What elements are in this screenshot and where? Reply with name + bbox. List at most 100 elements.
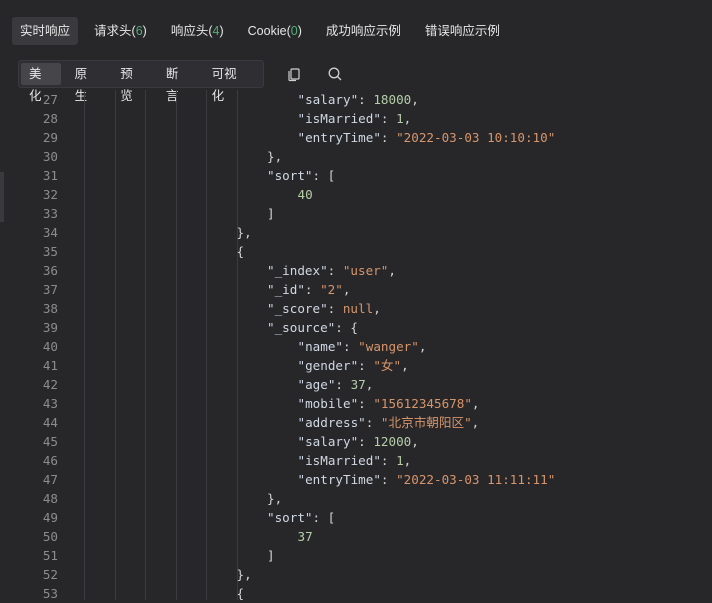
tab-response-headers[interactable]: 响应头(4) bbox=[163, 17, 232, 45]
code-token: : bbox=[304, 282, 321, 297]
tab-label: 成功响应示例 bbox=[325, 24, 401, 38]
line-number: 50 bbox=[42, 529, 58, 544]
json-response-viewer[interactable]: 27 "salary": 18000, 28 "isMarried": 1, 29 "en… bbox=[0, 90, 712, 603]
tab-label: Cookie bbox=[247, 24, 287, 38]
code-token: "gender" bbox=[297, 358, 359, 373]
code-text: { bbox=[237, 584, 245, 603]
code-text: }, bbox=[237, 223, 252, 242]
line-number: 37 bbox=[42, 282, 58, 297]
code-token: 40 bbox=[297, 187, 313, 202]
tab-success-example[interactable]: 成功响应示例 bbox=[318, 17, 409, 45]
code-token: , bbox=[365, 377, 374, 392]
line-number: 29 bbox=[42, 130, 58, 145]
code-token: : bbox=[365, 415, 381, 430]
code-line: 29 "entryTime": "2022-03-03 10:10:10" bbox=[0, 128, 712, 147]
line-number: 49 bbox=[42, 510, 58, 525]
code-line: 47 "entryTime": "2022-03-03 11:11:11" bbox=[0, 470, 712, 489]
code-text: "mobile": "15612345678", bbox=[298, 394, 480, 413]
view-preview-button[interactable]: 预览 bbox=[112, 63, 152, 103]
line-number: 48 bbox=[42, 491, 58, 506]
line-number: 28 bbox=[42, 111, 58, 126]
line-number: 52 bbox=[42, 567, 58, 582]
code-token: 1 bbox=[396, 111, 404, 126]
code-token: : bbox=[358, 358, 374, 373]
line-number: 42 bbox=[42, 377, 58, 392]
code-token: "sort" bbox=[267, 168, 313, 183]
tab-count: 6 bbox=[135, 24, 143, 38]
code-token: "女" bbox=[373, 358, 402, 373]
line-number: 40 bbox=[42, 339, 58, 354]
code-token: : bbox=[327, 263, 343, 278]
code-text: }, bbox=[267, 489, 282, 508]
code-token: "salary" bbox=[297, 92, 359, 107]
code-token: : bbox=[358, 396, 374, 411]
view-visualize-button[interactable]: 可视化 bbox=[204, 63, 255, 103]
copy-icon[interactable] bbox=[284, 64, 304, 84]
code-text: }, bbox=[267, 147, 282, 166]
code-token: ] bbox=[267, 548, 275, 563]
line-number: 53 bbox=[42, 586, 58, 601]
code-text: { bbox=[237, 242, 245, 261]
view-mode-toolbar: 美化 原生 预览 断言 可视化 bbox=[18, 60, 264, 103]
code-text: "isMarried": 1, bbox=[298, 451, 412, 470]
code-token: , bbox=[471, 396, 480, 411]
code-token: "_id" bbox=[267, 282, 305, 297]
tab-realtime-response[interactable]: 实时响应 bbox=[12, 17, 79, 45]
code-token: { bbox=[236, 586, 245, 601]
tab-label: 实时响应 bbox=[20, 24, 71, 38]
code-token: "15612345678" bbox=[373, 396, 472, 411]
code-line: 36 "_index": "user", bbox=[0, 261, 712, 280]
code-text: "gender": "女", bbox=[298, 356, 409, 375]
code-text: "age": 37, bbox=[298, 375, 374, 394]
view-pretty-button[interactable]: 美化 bbox=[21, 63, 61, 103]
code-token: "user" bbox=[342, 263, 389, 278]
code-line: 45 "salary": 12000, bbox=[0, 432, 712, 451]
search-icon[interactable] bbox=[325, 64, 345, 84]
code-token: ] bbox=[267, 206, 275, 221]
view-assert-button[interactable]: 断言 bbox=[158, 63, 198, 103]
code-token: : [ bbox=[312, 168, 336, 183]
line-number: 38 bbox=[42, 301, 58, 316]
code-token: }, bbox=[236, 225, 252, 240]
code-line: 32 40 bbox=[0, 185, 712, 204]
code-line: 43 "mobile": "15612345678", bbox=[0, 394, 712, 413]
code-token: : bbox=[335, 377, 351, 392]
code-token: 37 bbox=[297, 529, 313, 544]
code-text: "_score": null, bbox=[267, 299, 381, 318]
code-token: : [ bbox=[312, 510, 336, 525]
view-raw-button[interactable]: 原生 bbox=[67, 63, 107, 103]
code-text: "entryTime": "2022-03-03 10:10:10" bbox=[298, 128, 556, 147]
tab-request-headers[interactable]: 请求头(6) bbox=[86, 17, 155, 45]
tab-error-example[interactable]: 错误响应示例 bbox=[417, 17, 508, 45]
code-text: "name": "wanger", bbox=[298, 337, 427, 356]
tab-label: 错误响应示例 bbox=[424, 24, 500, 38]
tab-cookie[interactable]: Cookie(0) bbox=[240, 17, 310, 45]
line-number: 51 bbox=[42, 548, 58, 563]
code-token: : bbox=[380, 111, 397, 126]
line-number: 27 bbox=[42, 92, 58, 107]
code-token: , bbox=[411, 92, 419, 107]
code-token: , bbox=[401, 358, 409, 373]
code-token: }, bbox=[267, 149, 283, 164]
code-token: "address" bbox=[297, 415, 366, 430]
line-number: 44 bbox=[42, 415, 58, 430]
code-text: "_source": { bbox=[267, 318, 358, 337]
code-line: 30}, bbox=[0, 147, 712, 166]
line-number: 43 bbox=[42, 396, 58, 411]
code-token: 37 bbox=[350, 377, 366, 392]
code-line: 34}, bbox=[0, 223, 712, 242]
code-token: , bbox=[471, 415, 480, 430]
code-text: "entryTime": "2022-03-03 11:11:11" bbox=[298, 470, 556, 489]
code-line: 49 "sort": [ bbox=[0, 508, 712, 527]
code-line: 38 "_score": null, bbox=[0, 299, 712, 318]
code-token: : bbox=[358, 92, 374, 107]
code-line: 42 "age": 37, bbox=[0, 375, 712, 394]
code-token: "age" bbox=[297, 377, 336, 392]
tab-count: 0 bbox=[290, 24, 298, 38]
line-number: 45 bbox=[42, 434, 58, 449]
code-text: "salary": 12000, bbox=[298, 432, 419, 451]
code-token: 18000 bbox=[373, 92, 412, 107]
line-number: 30 bbox=[42, 149, 58, 164]
code-token: , bbox=[411, 434, 419, 449]
code-token: "isMarried" bbox=[297, 453, 381, 468]
